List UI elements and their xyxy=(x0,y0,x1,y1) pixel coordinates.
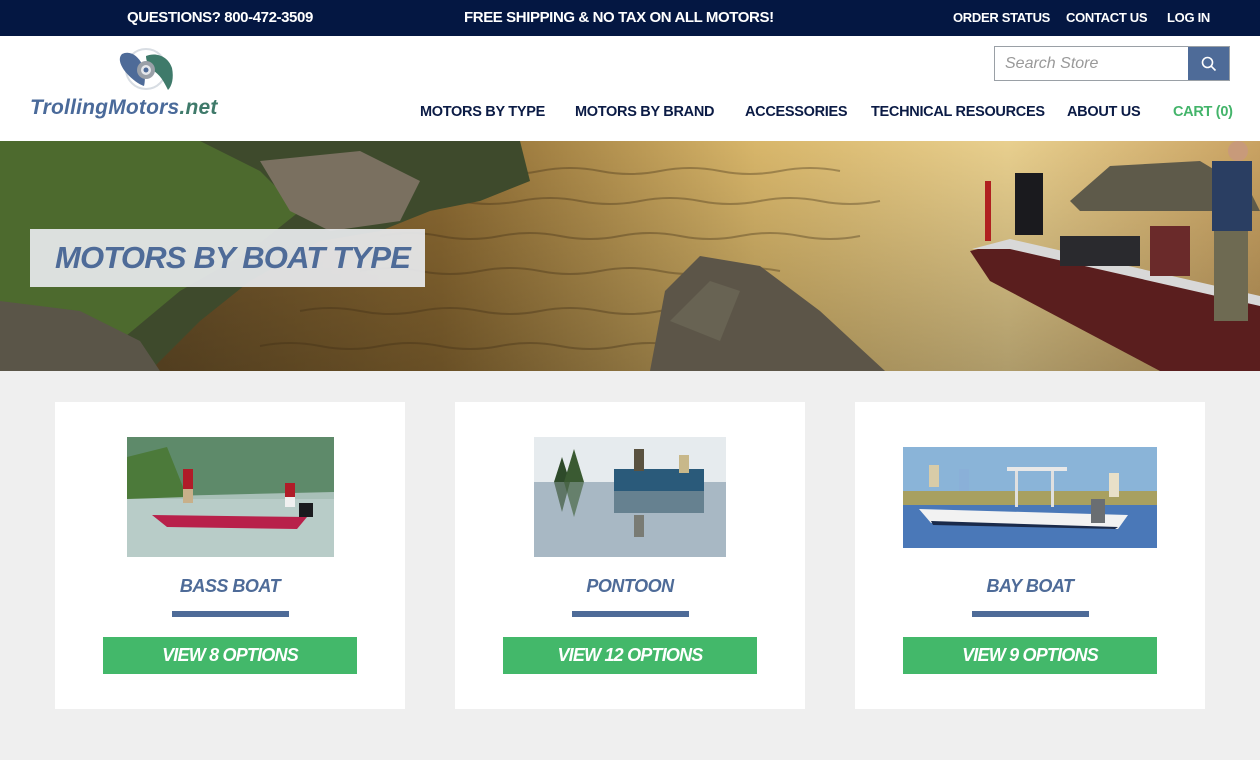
nav-technical-resources[interactable]: TECHNICAL RESOURCES xyxy=(871,102,1045,122)
nav-accessories[interactable]: ACCESSORIES xyxy=(745,102,848,122)
card-title: BAY BOAT xyxy=(986,576,1074,596)
title-underline xyxy=(172,611,289,617)
cart-link[interactable]: CART (0) xyxy=(1173,102,1233,122)
logo-wordmark: TrollingMotors.net xyxy=(30,96,218,119)
log-in-link[interactable]: LOG IN xyxy=(1167,0,1210,36)
contact-us-link[interactable]: CONTACT US xyxy=(1066,0,1148,36)
card-title: PONTOON xyxy=(586,576,674,596)
site-header: TrollingMotors.net MOTORS BY TYPE MOTORS… xyxy=(0,36,1260,141)
view-options-button[interactable]: VIEW 9 OPTIONS xyxy=(903,637,1157,674)
search-input[interactable] xyxy=(995,47,1189,80)
boat-type-card-bay-boat: BAY BOAT VIEW 9 OPTIONS xyxy=(855,402,1205,709)
hero-title-panel: MOTORS BY BOAT TYPE xyxy=(30,229,425,287)
view-options-button[interactable]: VIEW 8 OPTIONS xyxy=(103,637,357,674)
search-box xyxy=(994,46,1230,81)
title-underline xyxy=(572,611,689,617)
boat-type-card-pontoon: PONTOON VIEW 12 OPTIONS xyxy=(455,402,805,709)
pontoon-photo[interactable] xyxy=(534,437,726,557)
title-underline xyxy=(972,611,1089,617)
shipping-promo: FREE SHIPPING & NO TAX ON ALL MOTORS! xyxy=(464,9,774,26)
hero-banner: MOTORS BY BOAT TYPE xyxy=(0,141,1260,371)
view-options-button[interactable]: VIEW 12 OPTIONS xyxy=(503,637,757,674)
propeller-icon xyxy=(119,48,173,90)
boat-type-card-bass-boat: BASS BOAT VIEW 8 OPTIONS xyxy=(55,402,405,709)
order-status-link[interactable]: ORDER STATUS xyxy=(953,0,1050,36)
site-logo[interactable]: TrollingMotors.net xyxy=(28,44,273,120)
search-icon xyxy=(1201,56,1216,71)
nav-motors-by-type[interactable]: MOTORS BY TYPE xyxy=(420,102,545,122)
card-title: BASS BOAT xyxy=(179,576,281,596)
top-announcement-bar: QUESTIONS? 800-472-3509 FREE SHIPPING & … xyxy=(0,0,1260,36)
nav-motors-by-brand[interactable]: MOTORS BY BRAND xyxy=(575,102,714,122)
page-title: MOTORS BY BOAT TYPE xyxy=(55,240,411,275)
bass-boat-photo[interactable] xyxy=(127,437,334,557)
support-phone[interactable]: QUESTIONS? 800-472-3509 xyxy=(127,0,313,36)
nav-about-us[interactable]: ABOUT US xyxy=(1067,102,1141,122)
search-button[interactable] xyxy=(1188,47,1229,80)
bay-boat-photo[interactable] xyxy=(903,447,1157,548)
